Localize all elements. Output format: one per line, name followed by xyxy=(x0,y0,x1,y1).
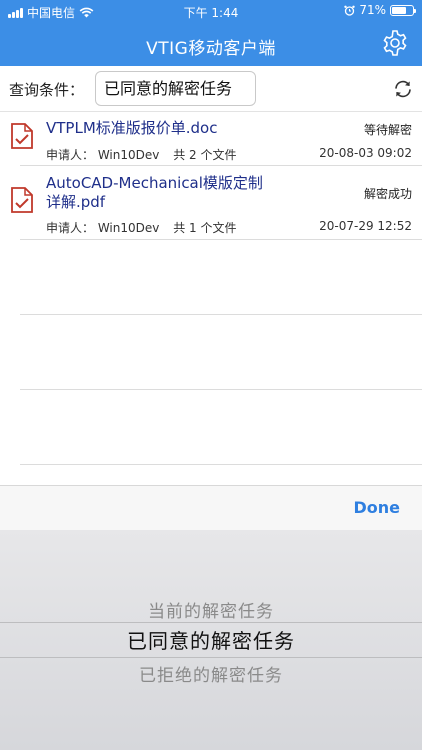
picker-selection-top xyxy=(0,622,422,623)
picker-toolbar: Done xyxy=(0,485,422,530)
battery-icon xyxy=(390,4,416,16)
condition-picker[interactable]: 当前的解密任务 已同意的解密任务 已拒绝的解密任务 xyxy=(0,530,422,750)
query-condition-field[interactable]: 已同意的解密任务 xyxy=(95,71,256,106)
task-file-count: 共 2 个文件 xyxy=(173,148,237,162)
status-right: 71% xyxy=(344,3,416,17)
task-status: 解密成功 xyxy=(363,187,412,201)
task-file-count: 共 1 个文件 xyxy=(173,221,237,235)
picker-option-selected[interactable]: 已同意的解密任务 xyxy=(0,625,422,654)
picker-selection-bottom xyxy=(0,657,422,658)
done-button[interactable]: Done xyxy=(353,498,400,517)
status-bar: 中国电信 下午 1:44 71% xyxy=(0,0,422,22)
task-title: VTPLM标准版报价单.doc xyxy=(46,119,218,137)
task-time: 20-08-03 09:02 xyxy=(319,146,412,160)
task-title-continued: 详解.pdf xyxy=(46,193,106,211)
navigation-bar: 中国电信 下午 1:44 71% VTIG移动客户端 xyxy=(0,0,422,66)
task-time: 20-07-29 12:52 xyxy=(319,219,412,233)
document-check-icon xyxy=(11,123,33,149)
page-title: VTIG移动客户端 xyxy=(146,39,276,59)
row-divider xyxy=(20,464,422,465)
alarm-icon xyxy=(344,5,356,16)
query-label: 查询条件： xyxy=(9,81,85,99)
task-meta: 申请人： Win10Dev 共 1 个文件 xyxy=(46,219,246,236)
picker-option[interactable]: 当前的解密任务 xyxy=(0,597,422,622)
task-applicant: 申请人： Win10Dev xyxy=(46,148,160,162)
battery-percent: 71% xyxy=(359,3,386,17)
task-title: AutoCAD-Mechanical模版定制 xyxy=(46,174,263,192)
row-divider xyxy=(20,165,422,166)
document-check-icon xyxy=(11,187,33,213)
task-applicant: 申请人： Win10Dev xyxy=(46,221,160,235)
picker-option[interactable]: 已拒绝的解密任务 xyxy=(0,661,422,686)
battery-fill xyxy=(392,6,407,14)
row-divider xyxy=(20,314,422,315)
task-meta: 申请人： Win10Dev 共 2 个文件 xyxy=(46,146,246,163)
task-status: 等待解密 xyxy=(363,123,412,137)
query-bar: 查询条件： 已同意的解密任务 xyxy=(0,66,422,112)
row-divider xyxy=(20,389,422,390)
refresh-icon[interactable] xyxy=(392,78,414,100)
gear-icon[interactable] xyxy=(380,28,410,58)
row-divider xyxy=(20,239,422,240)
